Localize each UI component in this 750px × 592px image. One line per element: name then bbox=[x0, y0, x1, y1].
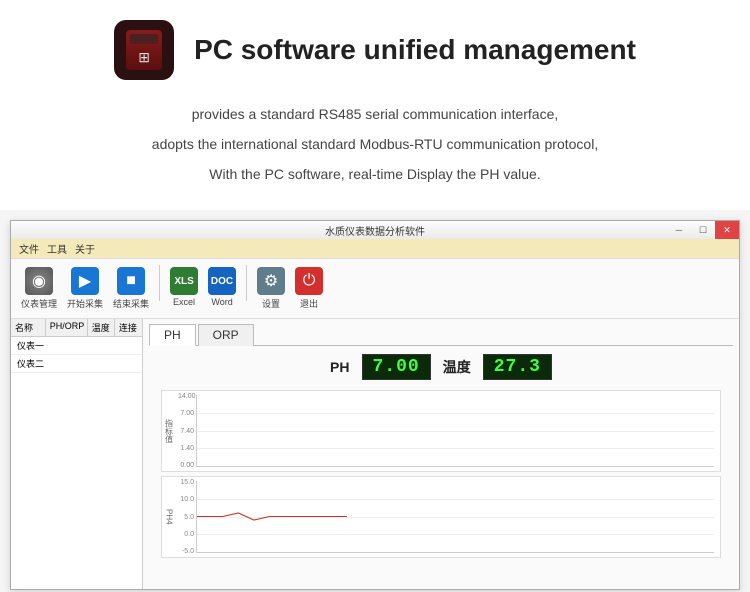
chart-ylabel: 指标值 bbox=[162, 391, 176, 471]
toolbar-start-acquire[interactable]: ▶ 开始采集 bbox=[65, 265, 105, 312]
toolbar: ◉ 仪表管理 ▶ 开始采集 ■ 结束采集 XLS Excel DOC Word ⚙ 设置 ⏻ 退出 bbox=[11, 259, 739, 319]
toolbar-label: 结束采集 bbox=[113, 297, 149, 310]
ph-value: 7.00 bbox=[362, 354, 431, 380]
app-calculator-icon bbox=[114, 20, 174, 80]
toolbar-label: Word bbox=[211, 297, 232, 307]
minimize-button[interactable]: ─ bbox=[667, 221, 691, 239]
hero-desc-line: With the PC software, real-time Display … bbox=[40, 160, 710, 188]
hero-title: PC software unified management bbox=[194, 34, 636, 66]
close-button[interactable]: ✕ bbox=[715, 221, 739, 239]
instrument-manage-icon: ◉ bbox=[25, 267, 53, 295]
sidebar-header: 名称 PH/ORP 温度 连接 bbox=[11, 319, 142, 337]
toolbar-separator bbox=[159, 265, 160, 301]
toolbar-label: 开始采集 bbox=[67, 297, 103, 310]
window-titlebar[interactable]: 水质仪表数据分析软件 ─ ☐ ✕ bbox=[11, 221, 739, 239]
toolbar-settings[interactable]: ⚙ 设置 bbox=[255, 265, 287, 312]
toolbar-label: 设置 bbox=[262, 297, 280, 310]
app-window: 水质仪表数据分析软件 ─ ☐ ✕ 文件 工具 关于 ◉ 仪表管理 ▶ 开始采集 ■ 结束采… bbox=[10, 220, 740, 590]
end-acquire-icon: ■ bbox=[117, 267, 145, 295]
excel-icon: XLS bbox=[170, 267, 198, 295]
window-title: 水质仪表数据分析软件 bbox=[325, 223, 425, 238]
start-acquire-icon: ▶ bbox=[71, 267, 99, 295]
chart-plot-bottom[interactable] bbox=[196, 481, 714, 553]
hero-title-row: PC software unified management bbox=[40, 20, 710, 80]
hero-desc-line: provides a standard RS485 serial communi… bbox=[40, 100, 710, 128]
readout-row: PH 7.00 温度 27.3 bbox=[149, 354, 733, 380]
menu-tools[interactable]: 工具 bbox=[47, 241, 67, 256]
col-name[interactable]: 名称 bbox=[11, 319, 46, 336]
window-controls: ─ ☐ ✕ bbox=[667, 221, 739, 239]
word-icon: DOC bbox=[208, 267, 236, 295]
hero-description: provides a standard RS485 serial communi… bbox=[40, 100, 710, 188]
sidebar: 名称 PH/ORP 温度 连接 仪表一 仪表二 bbox=[11, 319, 143, 589]
chart-yaxis: 14.00 7.00 7.40 1.40 0.00 bbox=[176, 391, 196, 471]
toolbar-word[interactable]: DOC Word bbox=[206, 265, 238, 309]
menu-file[interactable]: 文件 bbox=[19, 241, 39, 256]
toolbar-separator bbox=[246, 265, 247, 301]
chart-plot-top[interactable] bbox=[196, 395, 714, 467]
chart-bottom: PH4 15.0 10.0 5.0 0.0 -5.0 bbox=[161, 476, 721, 558]
toolbar-excel[interactable]: XLS Excel bbox=[168, 265, 200, 309]
chart-ylabel: PH4 bbox=[162, 477, 176, 557]
toolbar-label: 仪表管理 bbox=[21, 297, 57, 310]
toolbar-exit[interactable]: ⏻ 退出 bbox=[293, 265, 325, 312]
main-panel: PH ORP PH 7.00 温度 27.3 指标值 14.00 7.00 7.… bbox=[143, 319, 739, 589]
toolbar-end-acquire[interactable]: ■ 结束采集 bbox=[111, 265, 151, 312]
menu-about[interactable]: 关于 bbox=[75, 241, 95, 256]
ph-label: PH bbox=[330, 359, 349, 375]
hero-section: PC software unified management provides … bbox=[0, 0, 750, 210]
sidebar-row[interactable]: 仪表一 bbox=[11, 337, 142, 355]
temp-value: 27.3 bbox=[483, 354, 552, 380]
toolbar-label: Excel bbox=[173, 297, 195, 307]
hero-desc-line: adopts the international standard Modbus… bbox=[40, 130, 710, 158]
exit-icon: ⏻ bbox=[295, 267, 323, 295]
temp-label: 温度 bbox=[443, 357, 471, 377]
col-temp[interactable]: 温度 bbox=[88, 319, 115, 336]
tab-orp[interactable]: ORP bbox=[198, 324, 254, 346]
col-phorp[interactable]: PH/ORP bbox=[46, 319, 88, 336]
toolbar-instrument-manage[interactable]: ◉ 仪表管理 bbox=[19, 265, 59, 312]
tab-ph[interactable]: PH bbox=[149, 324, 196, 346]
content-area: 名称 PH/ORP 温度 连接 仪表一 仪表二 PH ORP PH 7.00 温… bbox=[11, 319, 739, 589]
chart-yaxis: 15.0 10.0 5.0 0.0 -5.0 bbox=[176, 477, 196, 557]
maximize-button[interactable]: ☐ bbox=[691, 221, 715, 239]
toolbar-label: 退出 bbox=[300, 297, 318, 310]
menubar: 文件 工具 关于 bbox=[11, 239, 739, 259]
col-conn[interactable]: 连接 bbox=[115, 319, 142, 336]
sidebar-row[interactable]: 仪表二 bbox=[11, 355, 142, 373]
tabs: PH ORP bbox=[149, 323, 733, 346]
settings-icon: ⚙ bbox=[257, 267, 285, 295]
chart-top: 指标值 14.00 7.00 7.40 1.40 0.00 bbox=[161, 390, 721, 472]
